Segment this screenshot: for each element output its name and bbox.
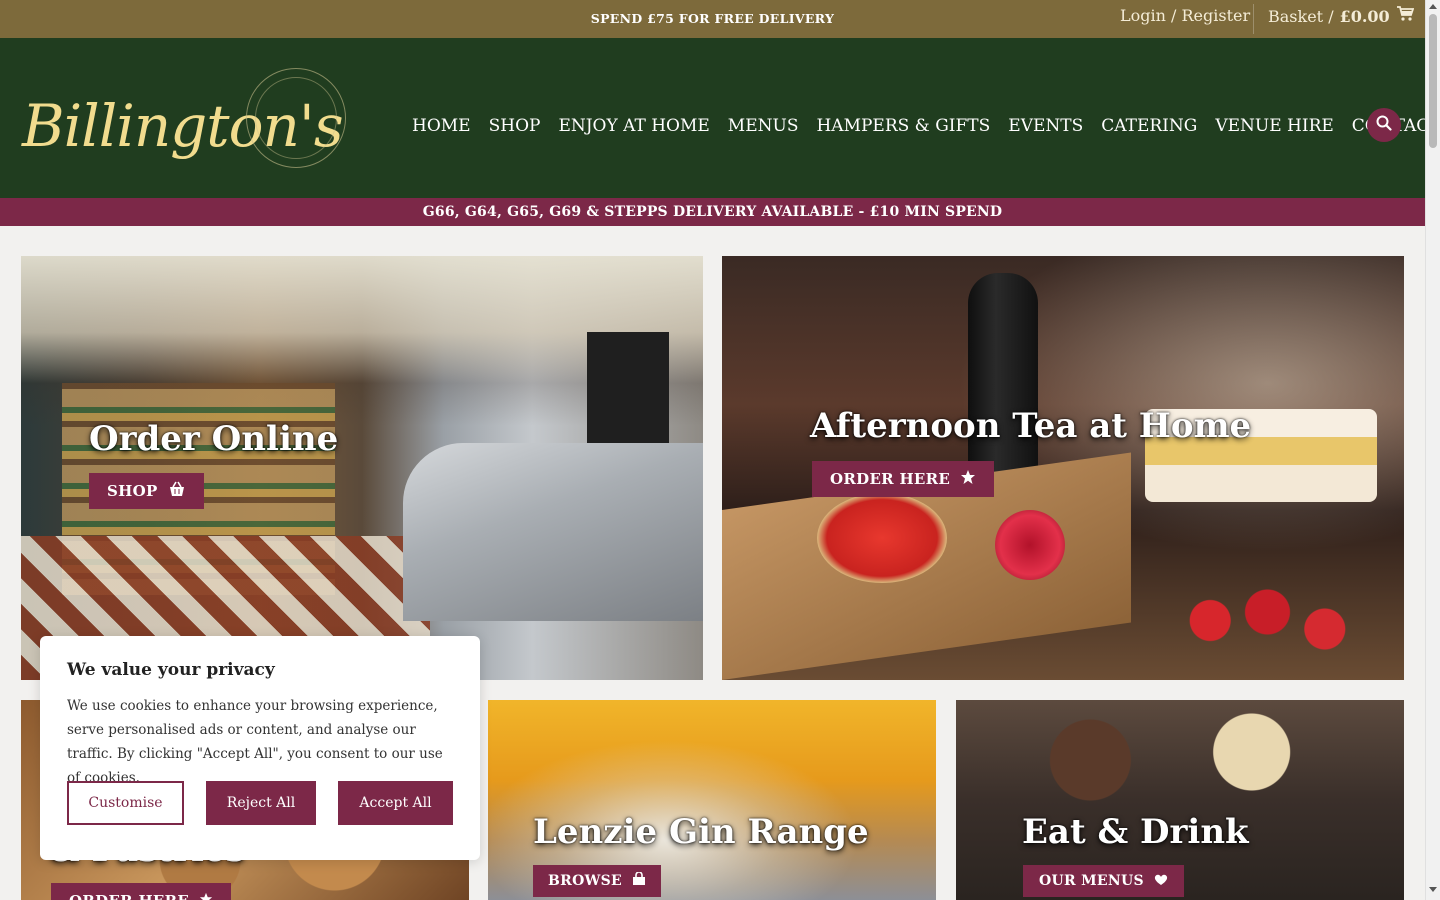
heart-icon — [1154, 873, 1168, 890]
order-here-label: ORDER HERE — [69, 892, 189, 900]
tile-eat-drink[interactable]: Eat & Drink OUR MENUS — [956, 700, 1404, 900]
tile-order-online[interactable]: Order Online SHOP — [21, 256, 703, 680]
page-scrollbar[interactable] — [1425, 0, 1440, 900]
login-register-link[interactable]: Login / Register — [1120, 6, 1250, 25]
shop-button[interactable]: SHOP — [89, 473, 204, 509]
delivery-area-banner: G66, G64, G65, G69 & STEPPS DELIVERY AVA… — [0, 198, 1425, 226]
cart-icon — [1396, 6, 1414, 26]
search-button[interactable] — [1367, 108, 1401, 142]
order-here-button[interactable]: ORDER HERE — [812, 461, 995, 497]
basket-label: Basket / — [1268, 6, 1334, 26]
nav-enjoy-at-home[interactable]: ENJOY AT HOME — [558, 116, 709, 136]
tile-title: Afternoon Tea at Home — [810, 406, 1252, 446]
main-navigation: HOME SHOP ENJOY AT HOME MENUS HAMPERS & … — [412, 116, 1440, 136]
our-menus-label: OUR MENUS — [1039, 873, 1144, 889]
browse-label: BROWSE — [548, 873, 622, 889]
tile-title: Order Online — [89, 419, 339, 459]
site-header: Billington's HOME SHOP ENJOY AT HOME MEN… — [0, 38, 1440, 198]
tile-lenzie-gin[interactable]: Lenzie Gin Range BROWSE — [488, 700, 936, 900]
nav-shop[interactable]: SHOP — [489, 116, 541, 136]
nav-hampers-gifts[interactable]: HAMPERS & GIFTS — [816, 116, 990, 136]
basket-total: £0.00 — [1339, 6, 1390, 26]
topbar-divider — [1253, 4, 1254, 34]
nav-home[interactable]: HOME — [412, 116, 471, 136]
cookie-buttons: Customise Reject All Accept All — [67, 781, 453, 825]
our-menus-button[interactable]: OUR MENUS — [1023, 865, 1184, 897]
pastries-order-here-button[interactable]: ORDER HERE — [51, 883, 232, 900]
tile-image-strawberries — [1172, 578, 1364, 664]
nav-events[interactable]: EVENTS — [1008, 116, 1083, 136]
tile-image-counter — [402, 442, 703, 621]
order-here-label: ORDER HERE — [830, 470, 951, 488]
tile-image-menu-board — [587, 332, 669, 443]
reject-all-button[interactable]: Reject All — [206, 781, 316, 825]
star-icon — [960, 469, 976, 489]
cookie-body: We use cookies to enhance your browsing … — [67, 698, 443, 786]
shop-button-label: SHOP — [107, 482, 158, 500]
nav-menus[interactable]: MENUS — [728, 116, 799, 136]
nav-venue-hire[interactable]: VENUE HIRE — [1215, 116, 1333, 136]
tile-afternoon-tea[interactable]: Afternoon Tea at Home ORDER HERE — [722, 256, 1404, 680]
tile-image-rose — [994, 510, 1065, 581]
search-icon — [1376, 115, 1392, 135]
tile-title: Eat & Drink — [1022, 812, 1249, 852]
browse-button[interactable]: BROWSE — [533, 865, 661, 897]
customise-button[interactable]: Customise — [67, 781, 184, 825]
cookie-consent-dialog: We value your privacy We use cookies to … — [40, 636, 480, 860]
logo-seal-icon — [246, 68, 346, 168]
tile-title: Lenzie Gin Range — [533, 812, 869, 852]
accept-all-button[interactable]: Accept All — [338, 781, 453, 825]
bag-icon — [632, 871, 646, 890]
basket-icon — [168, 481, 186, 501]
nav-catering[interactable]: CATERING — [1101, 116, 1197, 136]
scroll-down-arrow-icon[interactable] — [1429, 887, 1437, 892]
star-icon — [199, 892, 213, 900]
basket-link[interactable]: Basket / £0.00 — [1268, 6, 1414, 26]
scroll-up-arrow-icon[interactable] — [1429, 4, 1437, 9]
cookie-title: We value your privacy — [67, 660, 275, 680]
scroll-thumb[interactable] — [1429, 14, 1437, 148]
top-bar: SPEND £75 FOR FREE DELIVERY Login / Regi… — [0, 0, 1425, 38]
